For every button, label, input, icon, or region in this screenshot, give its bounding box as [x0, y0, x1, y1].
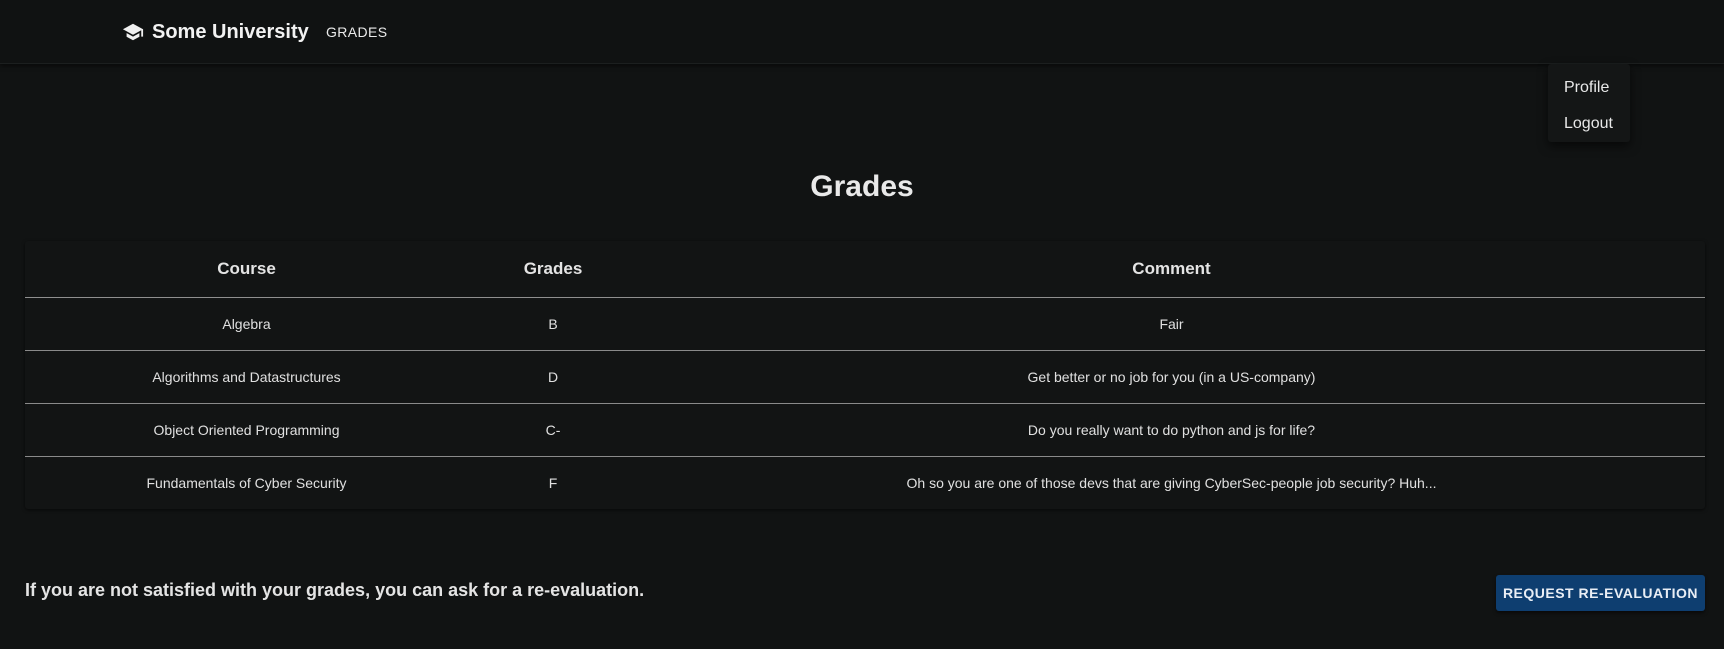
grade-cell: B [468, 297, 638, 351]
column-header-comment: Comment [638, 241, 1705, 298]
grade-cell: F [548, 474, 558, 491]
brand-name: Some University [152, 20, 309, 43]
comment-cell: Get better or no job for you (in a US-co… [638, 350, 1705, 404]
request-reevaluation-button[interactable]: REQUEST RE-EVALUATION [1496, 575, 1705, 611]
grade-cell: D [468, 350, 638, 404]
user-menu: Profile Logout [1548, 64, 1630, 142]
comment-cell: Do you really want to do python and js f… [638, 403, 1705, 457]
course-cell: Algebra [25, 297, 468, 351]
grade-cell: C- [468, 403, 638, 457]
graduation-cap-icon [122, 21, 144, 43]
comment-cell: Oh so you are one of those devs that are… [906, 474, 1437, 491]
column-header-grades: Grades [468, 241, 638, 298]
table-row: Fundamentals of Cyber Security F Oh so y… [25, 456, 1705, 509]
brand[interactable]: Some University [122, 16, 309, 48]
grades-table-container: Course Grades Comment Algebra B Fair Alg… [25, 241, 1705, 509]
table-row: Algorithms and Datastructures D Get bett… [25, 350, 1705, 404]
app-bar: Some University GRADES [0, 0, 1724, 64]
menu-item-logout[interactable]: Logout [1548, 106, 1630, 142]
grades-table: Course Grades Comment Algebra B Fair Alg… [25, 241, 1705, 509]
course-cell: Fundamentals of Cyber Security [146, 474, 347, 491]
comment-cell: Fair [638, 297, 1705, 351]
table-row: Object Oriented Programming C- Do you re… [25, 403, 1705, 457]
course-cell: Algorithms and Datastructures [25, 350, 468, 404]
column-header-course: Course [25, 241, 468, 298]
nav-grades-link[interactable]: GRADES [326, 20, 388, 44]
table-row: Algebra B Fair [25, 297, 1705, 351]
page-title: Grades [810, 170, 914, 203]
course-cell: Object Oriented Programming [25, 403, 468, 457]
menu-item-profile[interactable]: Profile [1548, 70, 1630, 106]
reevaluation-note: If you are not satisfied with your grade… [25, 580, 645, 600]
table-header-row: Course Grades Comment [25, 241, 1705, 298]
